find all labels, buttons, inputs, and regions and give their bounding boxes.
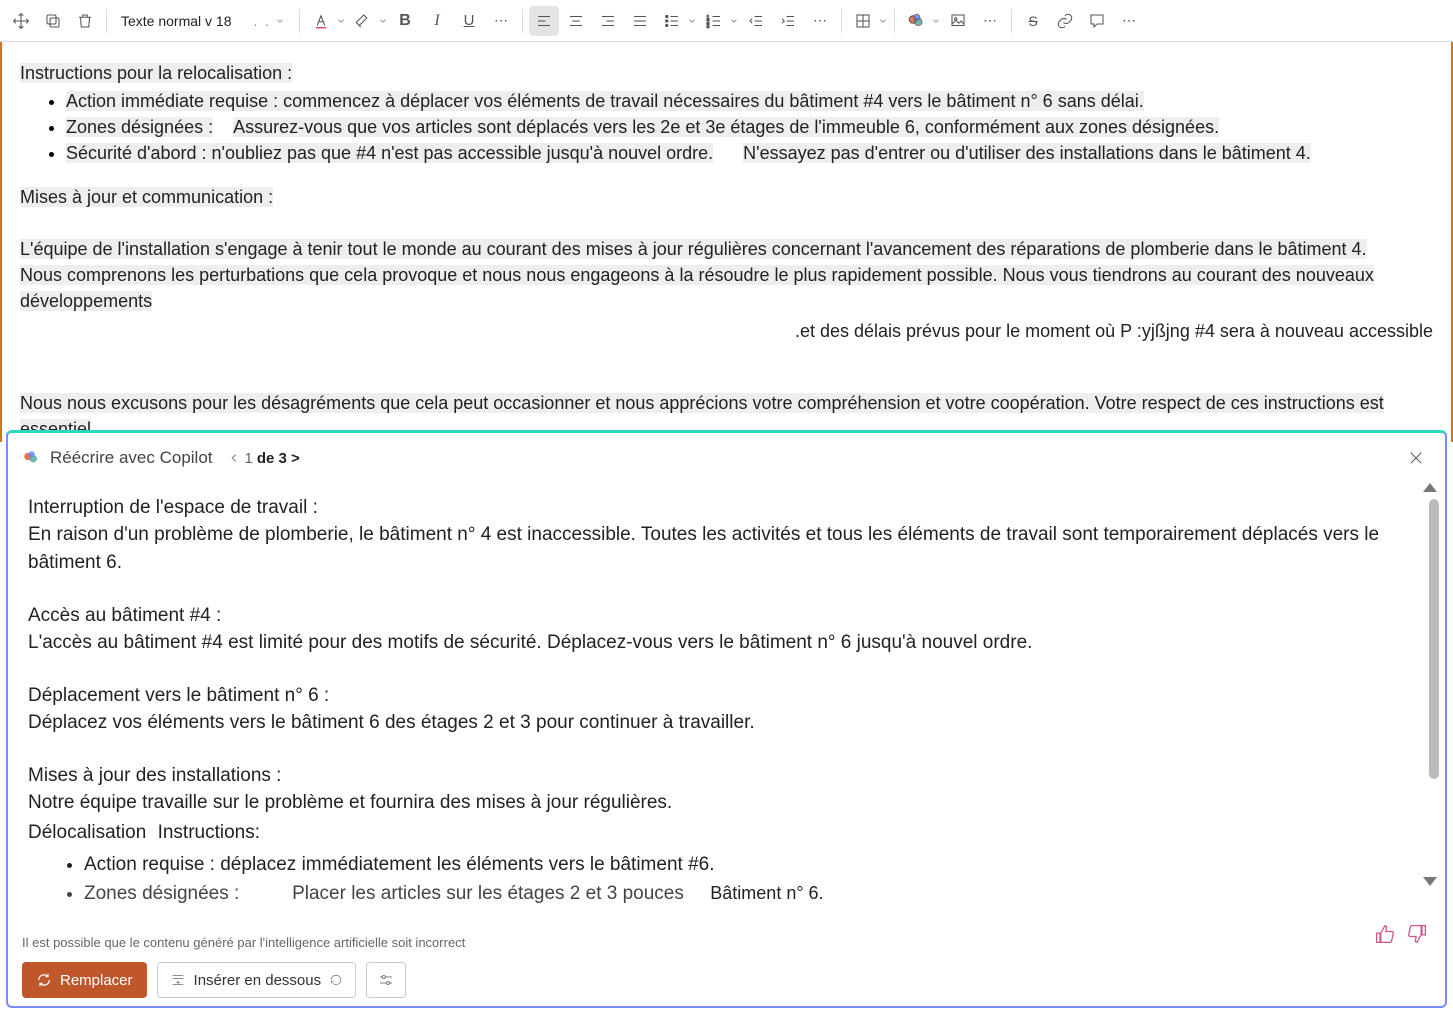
chevron-down-icon — [275, 16, 285, 26]
chevron-down-icon[interactable] — [687, 16, 697, 26]
list-item: Sécurité d'abord : n'oubliez pas que #4 … — [66, 140, 1433, 166]
formatting-toolbar: Texte normal v 18 . . B I U ⋯ 123 ⋯ — [0, 0, 1453, 42]
copy-icon[interactable] — [38, 6, 68, 36]
indent-icon[interactable] — [773, 6, 803, 36]
more-insert-icon[interactable]: ⋯ — [975, 6, 1005, 36]
section-heading: Mises à jour et communication : — [20, 184, 1433, 210]
more-format-icon[interactable]: ⋯ — [486, 6, 516, 36]
close-button[interactable] — [1401, 443, 1431, 473]
suggestion-text: En raison d'un problème de plomberie, le… — [28, 521, 1425, 577]
overflow-icon[interactable]: ⋯ — [1114, 6, 1144, 36]
replace-button[interactable]: Remplacer — [22, 962, 147, 998]
section-heading: Instructions pour la relocalisation : — [20, 60, 1433, 86]
scroll-down-icon[interactable] — [1423, 877, 1437, 886]
list-item: Action requise : déplacez immédiatement … — [84, 851, 1425, 879]
paragraph: .et des délais prévus pour le moment où … — [20, 318, 1433, 344]
font-color-icon[interactable] — [306, 6, 336, 36]
image-icon[interactable] — [943, 6, 973, 36]
align-left-icon[interactable] — [529, 6, 559, 36]
chevron-down-icon[interactable] — [729, 16, 739, 26]
table-icon[interactable] — [848, 6, 878, 36]
chevron-down-icon[interactable] — [931, 16, 941, 26]
copilot-title: Réécrire avec Copilot — [50, 448, 213, 468]
copilot-rewrite-panel: Réécrire avec Copilot 1 de 3 > Interrupt… — [6, 430, 1447, 1008]
insert-below-button[interactable]: Insérer en dessous — [157, 962, 357, 998]
suggestion-pager[interactable]: 1 de 3 > — [227, 450, 300, 467]
strikethrough-icon[interactable]: S — [1018, 6, 1048, 36]
chevron-down-icon[interactable] — [378, 16, 388, 26]
align-justify-icon[interactable] — [625, 6, 655, 36]
bold-icon[interactable]: B — [390, 6, 420, 36]
chevron-left-icon[interactable] — [227, 451, 241, 465]
paragraph: Nous comprenons les perturbations que ce… — [20, 262, 1433, 314]
copilot-action-bar: Remplacer Insérer en dessous — [8, 954, 1445, 1006]
thumbs-up-icon[interactable] — [1375, 924, 1395, 944]
suggestion-heading: Mises à jour des installations : — [28, 765, 1425, 787]
highlight-icon[interactable] — [348, 6, 378, 36]
suggestion-heading: Déplacement vers le bâtiment n° 6 : — [28, 685, 1425, 707]
copilot-toolbar-icon[interactable] — [901, 6, 931, 36]
align-center-icon[interactable] — [561, 6, 591, 36]
suggestion-text: Déplacez vos éléments vers le bâtiment 6… — [28, 709, 1425, 737]
move-icon[interactable] — [6, 6, 36, 36]
comment-icon[interactable] — [1082, 6, 1112, 36]
delete-icon[interactable] — [70, 6, 100, 36]
more-para-icon[interactable]: ⋯ — [805, 6, 835, 36]
underline-icon[interactable]: U — [454, 6, 484, 36]
bullet-list-icon[interactable] — [657, 6, 687, 36]
replace-icon — [36, 972, 52, 988]
numbered-list-icon[interactable]: 123 — [699, 6, 729, 36]
insert-below-icon — [170, 972, 186, 988]
instruction-list: Action immédiate requise : commencez à d… — [20, 88, 1433, 166]
suggestion-list: Action requise : déplacez immédiatement … — [28, 851, 1425, 908]
paragraph: L'équipe de l'installation s'engage à te… — [20, 236, 1433, 262]
suggestion-text: Notre équipe travaille sur le problème e… — [28, 789, 1425, 817]
list-item: Action immédiate requise : commencez à d… — [66, 88, 1433, 114]
document-body[interactable]: Instructions pour la relocalisation : Ac… — [0, 42, 1453, 442]
italic-icon[interactable]: I — [422, 6, 452, 36]
suggestion-heading: Interruption de l'espace de travail : — [28, 497, 1425, 519]
thumbs-down-icon[interactable] — [1407, 924, 1427, 944]
chevron-down-icon[interactable] — [336, 16, 346, 26]
feedback-buttons — [1375, 924, 1427, 944]
link-icon[interactable] — [1050, 6, 1080, 36]
style-label: Texte normal v 18 — [121, 13, 232, 29]
list-item: Zones désignées : Placer les articles su… — [84, 879, 1425, 908]
copilot-header: Réécrire avec Copilot 1 de 3 > — [8, 433, 1445, 483]
copilot-suggestion-body[interactable]: Interruption de l'espace de travail : En… — [8, 483, 1445, 931]
outdent-icon[interactable] — [741, 6, 771, 36]
chevron-down-icon[interactable] — [878, 16, 888, 26]
suggestion-heading: Accès au bâtiment #4 : — [28, 605, 1425, 627]
align-right-icon[interactable] — [593, 6, 623, 36]
suggestion-text: L'accès au bâtiment #4 est limité pour d… — [28, 629, 1425, 657]
svg-text:3: 3 — [707, 23, 710, 29]
suggestion-subhead: Délocalisation Instructions: — [28, 819, 1425, 847]
adjust-button[interactable] — [366, 962, 406, 998]
list-item: Zones désignées : Assurez-vous que vos a… — [66, 114, 1433, 140]
sliders-icon — [377, 971, 395, 989]
close-icon — [1407, 449, 1425, 467]
refresh-icon — [329, 973, 343, 987]
style-dropdown[interactable]: Texte normal v 18 . . — [113, 6, 293, 36]
ai-disclaimer: Il est possible que le contenu généré pa… — [8, 931, 1445, 954]
copilot-icon — [22, 449, 40, 467]
